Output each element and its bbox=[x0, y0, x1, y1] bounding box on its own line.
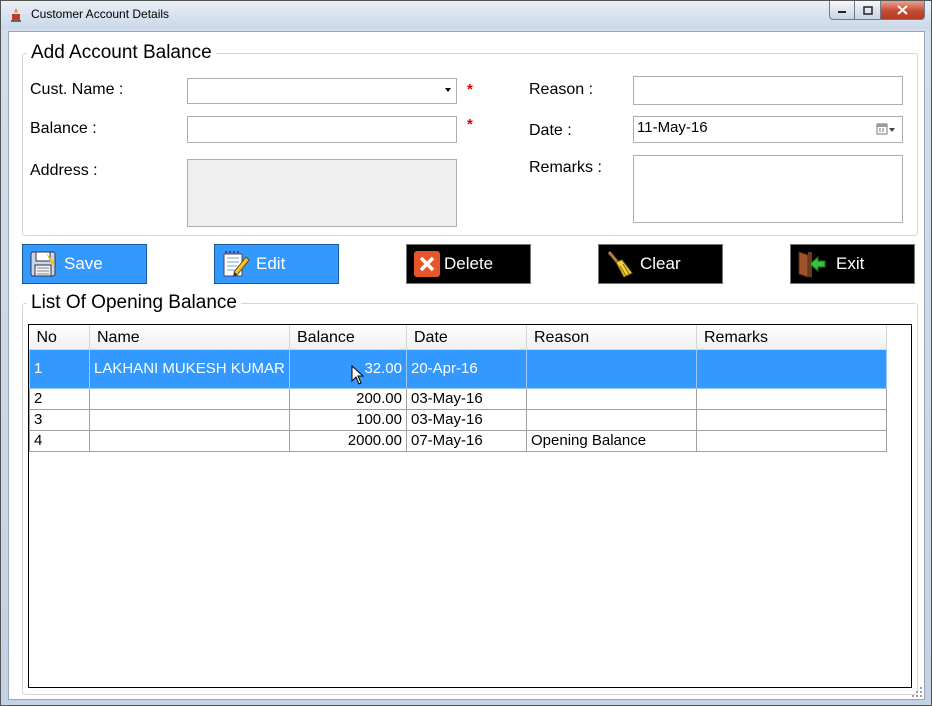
column-header-reason[interactable]: Reason bbox=[526, 325, 697, 350]
opening-balance-grid[interactable]: No Name Balance Date Reason Remarks 1 LA… bbox=[28, 324, 912, 688]
edit-icon bbox=[223, 251, 250, 277]
chevron-down-icon[interactable] bbox=[445, 88, 451, 92]
save-button[interactable]: Save bbox=[22, 244, 147, 284]
client-area: Add Account Balance Cust. Name : * Balan… bbox=[8, 31, 925, 700]
cell-date[interactable]: 20-Apr-16 bbox=[406, 348, 527, 389]
opening-balance-table: No Name Balance Date Reason Remarks 1 LA… bbox=[29, 325, 887, 452]
address-input[interactable] bbox=[187, 159, 457, 227]
cell-name[interactable] bbox=[89, 429, 290, 452]
cell-balance[interactable]: 32.00 bbox=[289, 348, 407, 389]
close-button[interactable] bbox=[881, 1, 925, 20]
cell-balance[interactable]: 2000.00 bbox=[289, 429, 407, 452]
minimize-button[interactable] bbox=[829, 1, 855, 20]
remarks-input[interactable] bbox=[633, 155, 903, 223]
cell-name[interactable] bbox=[89, 387, 290, 410]
cell-no[interactable]: 3 bbox=[29, 408, 90, 431]
cell-reason[interactable]: Opening Balance bbox=[526, 429, 697, 452]
date-value: 11-May-16 bbox=[637, 119, 708, 136]
remarks-label: Remarks : bbox=[529, 159, 602, 176]
cell-reason[interactable] bbox=[526, 348, 697, 389]
address-label: Address : bbox=[30, 162, 98, 179]
cell-date[interactable]: 03-May-16 bbox=[406, 408, 527, 431]
minimize-icon bbox=[838, 11, 846, 13]
table-row[interactable]: 1 LAKHANI MUKESH KUMAR 32.00 20-Apr-16 bbox=[29, 348, 887, 389]
cust-name-label: Cust. Name : bbox=[30, 81, 124, 98]
column-header-no[interactable]: No bbox=[29, 325, 90, 350]
table-row[interactable]: 3 100.00 03-May-16 bbox=[29, 408, 887, 431]
save-button-label: Save bbox=[64, 254, 103, 273]
cell-date[interactable]: 03-May-16 bbox=[406, 387, 527, 410]
add-account-group-title: Add Account Balance bbox=[27, 42, 216, 64]
cust-name-required-mark: * bbox=[467, 81, 473, 98]
maximize-button[interactable] bbox=[855, 1, 881, 20]
column-header-balance[interactable]: Balance bbox=[289, 325, 407, 350]
date-label: Date : bbox=[529, 122, 572, 139]
delete-button[interactable]: Delete bbox=[406, 244, 531, 284]
exit-door-icon bbox=[798, 251, 826, 278]
reason-label: Reason : bbox=[529, 81, 594, 98]
cell-remarks[interactable] bbox=[696, 408, 887, 431]
app-icon bbox=[11, 8, 21, 22]
mouse-pointer-icon bbox=[351, 365, 365, 385]
list-group-title: List Of Opening Balance bbox=[27, 292, 241, 314]
cell-balance[interactable]: 200.00 bbox=[289, 387, 407, 410]
caption-buttons bbox=[829, 1, 925, 21]
cell-no[interactable]: 2 bbox=[29, 387, 90, 410]
balance-label: Balance : bbox=[30, 120, 97, 137]
cell-date[interactable]: 07-May-16 bbox=[406, 429, 527, 452]
cell-reason[interactable] bbox=[526, 408, 697, 431]
cell-name[interactable]: LAKHANI MUKESH KUMAR bbox=[89, 348, 290, 389]
exit-button-label: Exit bbox=[836, 254, 865, 273]
cell-no[interactable]: 4 bbox=[29, 429, 90, 452]
clear-button[interactable]: Clear bbox=[598, 244, 723, 284]
column-header-remarks[interactable]: Remarks bbox=[696, 325, 887, 350]
exit-button[interactable]: Exit bbox=[790, 244, 915, 284]
balance-input[interactable] bbox=[187, 116, 457, 143]
cell-name[interactable] bbox=[89, 408, 290, 431]
close-icon bbox=[897, 5, 908, 15]
maximize-icon bbox=[862, 5, 873, 15]
customer-account-window: Customer Account Details Add Account Bal… bbox=[0, 0, 932, 706]
cell-remarks[interactable] bbox=[696, 429, 887, 452]
resize-grip-icon[interactable] bbox=[911, 686, 923, 698]
cell-remarks[interactable] bbox=[696, 387, 887, 410]
window-title: Customer Account Details bbox=[31, 7, 170, 21]
cell-balance[interactable]: 100.00 bbox=[289, 408, 407, 431]
table-header-row: No Name Balance Date Reason Remarks bbox=[29, 325, 887, 350]
balance-required-mark: * bbox=[467, 116, 473, 133]
edit-button-label: Edit bbox=[256, 254, 286, 273]
cust-name-combo[interactable] bbox=[187, 78, 457, 104]
title-bar[interactable]: Customer Account Details bbox=[1, 1, 931, 29]
broom-icon bbox=[607, 251, 633, 278]
date-picker[interactable]: 11-May-16 bbox=[633, 116, 903, 143]
edit-button[interactable]: Edit bbox=[214, 244, 339, 284]
delete-icon bbox=[414, 251, 440, 277]
cell-reason[interactable] bbox=[526, 387, 697, 410]
column-header-name[interactable]: Name bbox=[89, 325, 290, 350]
table-row[interactable]: 4 2000.00 07-May-16 Opening Balance bbox=[29, 429, 887, 452]
reason-input[interactable] bbox=[633, 76, 903, 105]
table-row[interactable]: 2 200.00 03-May-16 bbox=[29, 387, 887, 410]
cell-no[interactable]: 1 bbox=[29, 348, 90, 389]
clear-button-label: Clear bbox=[640, 254, 681, 273]
column-header-date[interactable]: Date bbox=[406, 325, 527, 350]
cell-remarks[interactable] bbox=[696, 348, 887, 389]
calendar-dropdown-icon[interactable] bbox=[876, 122, 896, 136]
delete-button-label: Delete bbox=[444, 254, 494, 273]
save-icon bbox=[30, 251, 56, 277]
